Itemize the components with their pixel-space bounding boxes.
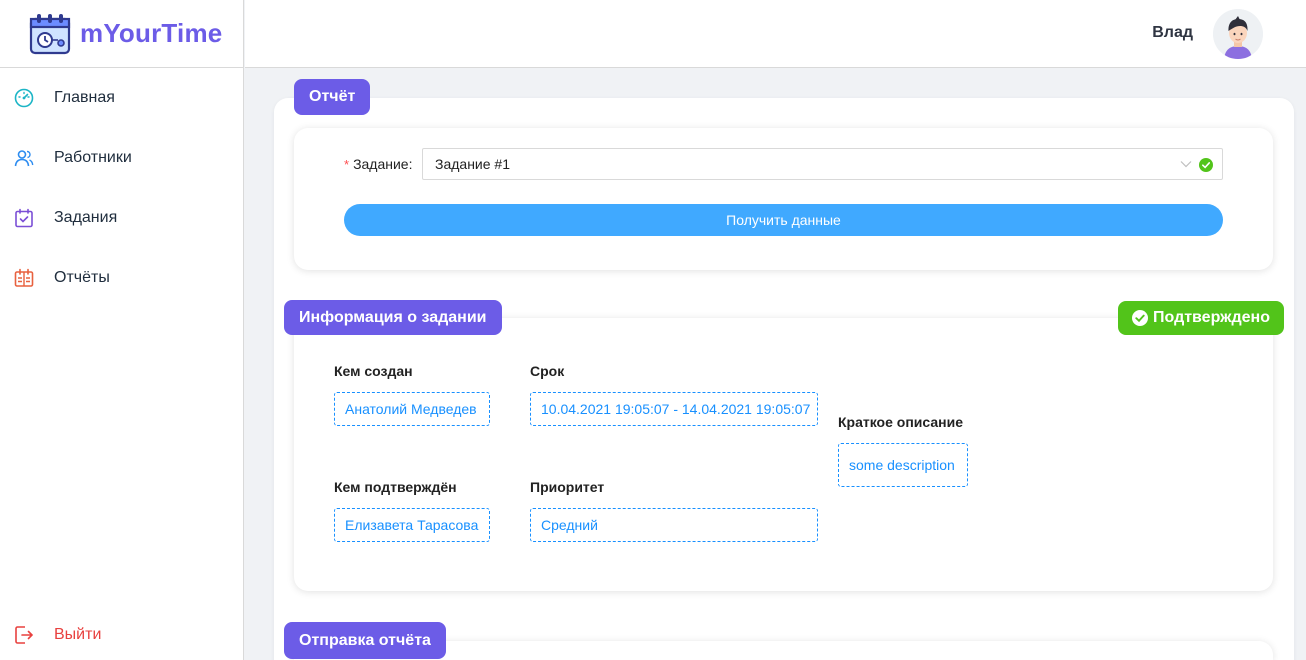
check-circle-icon	[1132, 310, 1148, 326]
user-name[interactable]: Влад	[1152, 24, 1193, 42]
priority-value: Средний	[530, 508, 818, 542]
users-icon	[14, 150, 34, 167]
chevron-down-icon	[1180, 161, 1192, 168]
created-by-label: Кем создан	[334, 363, 413, 379]
sidebar-item-label: Работники	[54, 149, 132, 166]
status-badge: Подтверждено	[1118, 301, 1284, 335]
report-section-title: Отчёт	[294, 79, 371, 115]
sidebar-item-reports[interactable]: Отчёты	[0, 248, 243, 308]
sidebar-item-label: Задания	[54, 209, 118, 226]
report-card: * Задание : Задание #1 Получить данные	[294, 128, 1273, 270]
task-info-card	[294, 318, 1273, 591]
description-label: Краткое описание	[838, 414, 963, 430]
fetch-data-button[interactable]: Получить данные	[344, 204, 1223, 236]
dashboard-icon	[14, 88, 34, 108]
reports-icon	[14, 268, 34, 287]
sidebar-item-tasks[interactable]: Задания	[0, 188, 243, 248]
deadline-label: Срок	[530, 363, 565, 379]
top-header: Влад	[245, 0, 1306, 68]
calendar-clock-icon	[29, 13, 71, 54]
created-by-value: Анатолий Медведев	[334, 392, 490, 426]
deadline-value: 10.04.2021 19:05:07 - 14.04.2021 19:05:0…	[530, 392, 818, 426]
sidebar-item-label: Главная	[54, 89, 115, 106]
logout-label: Выйти	[54, 626, 102, 643]
confirmed-by-value: Елизавета Тарасова	[334, 508, 490, 542]
required-mark: *	[344, 156, 350, 172]
calendar-check-icon	[15, 208, 33, 228]
logout-button[interactable]: Выйти	[0, 610, 243, 660]
sidebar: mYourTime Главная Работники Задания Отчё…	[0, 0, 244, 660]
task-info-section-title: Информация о задании	[284, 300, 502, 335]
sidebar-item-home[interactable]: Главная	[0, 68, 243, 128]
status-label: Подтверждено	[1153, 309, 1270, 326]
task-select[interactable]: Задание #1	[422, 148, 1223, 180]
avatar-icon	[1213, 9, 1263, 59]
logout-icon	[15, 626, 34, 644]
task-form-label: * Задание :	[344, 148, 421, 180]
app-logo[interactable]: mYourTime	[0, 0, 243, 68]
send-report-section-title: Отправка отчёта	[284, 622, 446, 659]
task-select-value: Задание #1	[435, 156, 510, 172]
label-colon: :	[408, 156, 413, 172]
confirmed-by-label: Кем подтверждён	[334, 479, 457, 495]
task-label: Задание	[353, 156, 409, 172]
priority-label: Приоритет	[530, 479, 605, 495]
app-title: mYourTime	[80, 18, 223, 48]
sidebar-item-workers[interactable]: Работники	[0, 128, 243, 188]
check-circle-icon	[1199, 158, 1213, 172]
sidebar-item-label: Отчёты	[54, 269, 110, 286]
description-value: some description	[838, 443, 968, 487]
avatar[interactable]	[1213, 9, 1263, 59]
